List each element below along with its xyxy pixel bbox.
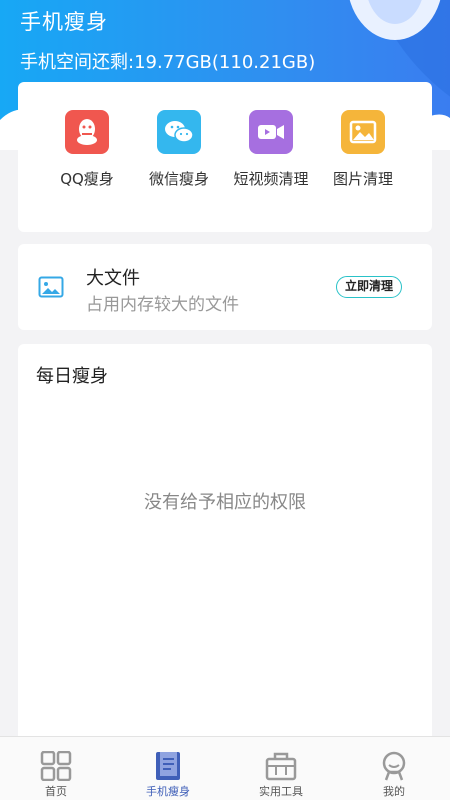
video-icon (249, 110, 293, 154)
tab-label: 我的 (383, 785, 405, 798)
tab-label: 手机瘦身 (146, 785, 190, 798)
tab-label: 实用工具 (259, 785, 303, 798)
large-file-title: 大文件 (86, 268, 140, 289)
tool-label: 图片清理 (332, 170, 393, 188)
tab-utility-tools[interactable]: 实用工具 (225, 737, 337, 800)
grid-icon (40, 751, 72, 781)
user-icon (382, 751, 406, 781)
large-file-card[interactable]: 大文件 占用内存较大的文件 立即清理 (18, 244, 432, 330)
tab-label: 首页 (45, 785, 67, 798)
tool-label: QQ瘦身 (60, 170, 114, 188)
permission-message: 没有给予相应的权限 (144, 492, 306, 513)
clean-now-button[interactable]: 立即清理 (335, 276, 402, 298)
tab-home[interactable]: 首页 (0, 737, 112, 800)
tab-mine[interactable]: 我的 (338, 737, 450, 800)
image-icon (341, 110, 385, 154)
qq-icon (65, 110, 109, 154)
book-icon (156, 752, 180, 780)
storage-remaining-text: 手机空间还剩:19.77GB(110.21GB) (20, 52, 316, 73)
tool-image-cleanup[interactable]: 图片清理 (318, 110, 408, 189)
wechat-icon (157, 110, 201, 154)
page-title: 手机瘦身 (20, 10, 108, 34)
daily-cleanup-title: 每日瘦身 (36, 366, 108, 387)
tool-wechat-cleanup[interactable]: 微信瘦身 (134, 110, 224, 189)
cleanup-tools-card: QQ瘦身 微信瘦身 短视频清理 图片清理 (18, 82, 432, 232)
tool-label: 微信瘦身 (148, 170, 209, 188)
toolbox-icon (265, 752, 297, 781)
tool-qq-cleanup[interactable]: QQ瘦身 (42, 110, 132, 189)
tab-phone-cleanup[interactable]: 手机瘦身 (112, 737, 224, 800)
tool-label: 短视频清理 (233, 170, 309, 188)
daily-cleanup-card: 每日瘦身 没有给予相应的权限 (18, 344, 432, 738)
bottom-tab-bar: 首页 手机瘦身 实用工具 我的 (0, 736, 450, 800)
large-file-subtitle: 占用内存较大的文件 (86, 295, 239, 315)
image-file-icon (38, 276, 64, 298)
tool-video-cleanup[interactable]: 短视频清理 (226, 110, 316, 189)
